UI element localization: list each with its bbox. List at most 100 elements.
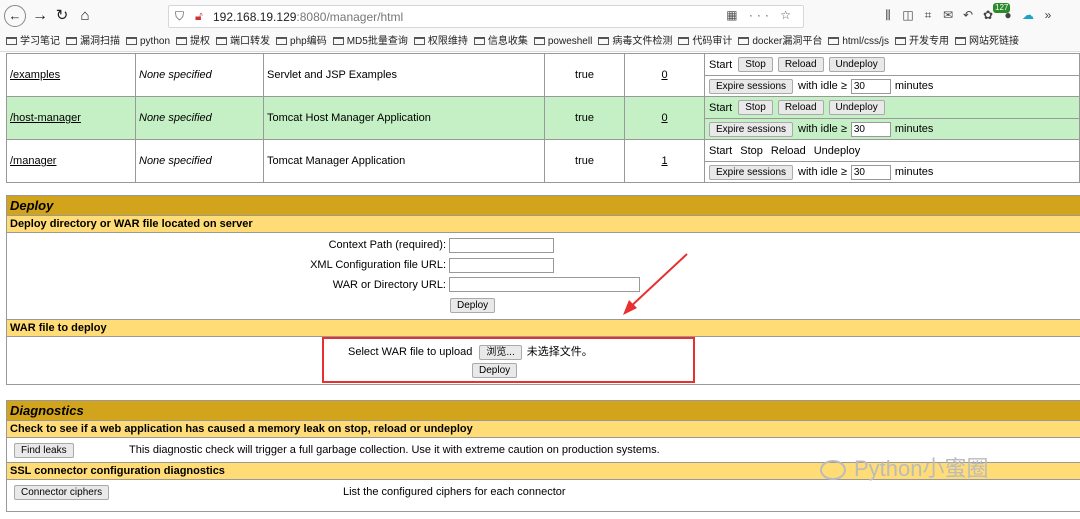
app-running: true	[544, 96, 625, 140]
find-leaks-button[interactable]: Find leaks	[14, 443, 74, 458]
app-display-name: Servlet and JSP Examples	[263, 53, 545, 97]
annotation-arrow	[623, 253, 688, 315]
minutes-label: minutes	[894, 166, 934, 178]
xml-config-input[interactable]	[449, 258, 554, 273]
xml-config-label: XML Configuration file URL:	[310, 259, 446, 271]
deploy-server-button[interactable]: Deploy	[450, 298, 496, 313]
folder-icon	[598, 37, 610, 45]
bookmark-item[interactable]: 学习笔记	[6, 32, 60, 51]
bookmark-label: 网站死链接	[969, 36, 1020, 47]
folder-icon	[473, 37, 485, 45]
bookmark-star-icon[interactable]: ☆	[780, 8, 795, 22]
bookmark-item[interactable]: 代码审计	[678, 32, 732, 51]
watermark: Python小蜜圈	[820, 451, 989, 483]
app-sessions-link[interactable]: 1	[661, 155, 667, 167]
app-control-line: Start Stop Reload Undeploy	[705, 54, 1079, 75]
bookmark-item[interactable]: 漏洞扫描	[66, 32, 120, 51]
overflow-chevron-icon[interactable]: »	[1038, 8, 1058, 22]
bookmark-item[interactable]: 提权	[176, 32, 210, 51]
browser-toolbar: ← → ↻ ⌂ ⛉ 🔓︎ 192.168.19.129:8080/manager…	[0, 0, 1080, 32]
deploy-server-form: Context Path (required): XML Configurati…	[7, 233, 1080, 320]
bookmark-item[interactable]: 端口转发	[216, 32, 270, 51]
app-sessions-link[interactable]: 0	[661, 69, 667, 81]
context-path-input[interactable]	[449, 238, 554, 253]
sidebar-icon[interactable]: ◫	[898, 8, 918, 22]
stop-button[interactable]: Stop	[738, 100, 773, 115]
bookmark-label: 信息收集	[487, 36, 528, 47]
bookmark-item[interactable]: python	[126, 32, 170, 51]
undeploy-text: Undeploy	[813, 144, 861, 157]
address-bar[interactable]: ⛉ 🔓︎ 192.168.19.129:8080/manager/html ▦ …	[168, 5, 804, 28]
undeploy-button[interactable]: Undeploy	[828, 100, 885, 115]
bookmark-label: php编码	[290, 36, 327, 47]
folder-icon	[533, 37, 545, 45]
app-sessions-link[interactable]: 0	[661, 112, 667, 124]
find-leaks-description: This diagnostic check will trigger a ful…	[129, 444, 660, 456]
back-arrow-icon[interactable]: ←	[4, 5, 26, 27]
undeploy-button[interactable]: Undeploy	[828, 57, 885, 72]
chat-icon[interactable]: ✉	[938, 8, 958, 22]
idle-minutes-input[interactable]: 30	[850, 164, 891, 180]
app-version: None specified	[135, 53, 264, 97]
insecure-lock-icon[interactable]: 🔓︎	[195, 9, 203, 24]
app-sessions-cell: 1	[624, 139, 705, 183]
app-path-link[interactable]: /manager	[10, 155, 56, 167]
reload-button[interactable]: Reload	[777, 100, 824, 115]
app-path-cell: /examples	[6, 53, 136, 97]
folder-icon	[6, 37, 17, 45]
extension-badge: 127	[993, 3, 1011, 13]
bookmark-item[interactable]: 权限维持	[413, 32, 468, 51]
bookmark-item[interactable]: MD5批量查询	[332, 32, 408, 51]
stop-button[interactable]: Stop	[738, 57, 773, 72]
manager-page: /examples None specified Servlet and JSP…	[0, 53, 1080, 519]
page-actions-icon[interactable]: ···	[749, 8, 773, 22]
connector-ciphers-button[interactable]: Connector ciphers	[14, 485, 110, 500]
folder-icon	[216, 37, 228, 45]
folder-icon	[413, 37, 425, 45]
with-idle-label: with idle ≥	[798, 123, 847, 135]
library-icon[interactable]: ⫼	[878, 8, 898, 23]
bookmark-item[interactable]: docker漏洞平台	[738, 32, 822, 51]
bookmark-item[interactable]: 信息收集	[473, 32, 528, 51]
reload-button[interactable]: Reload	[777, 57, 824, 72]
connector-ciphers-description: List the configured ciphers for each con…	[343, 486, 566, 498]
connector-ciphers-row: Connector ciphers List the configured ci…	[7, 480, 1080, 504]
bookmark-item[interactable]: php编码	[276, 32, 327, 51]
bookmark-item[interactable]: poweshell	[533, 32, 592, 51]
idle-minutes-input[interactable]: 30	[850, 121, 891, 137]
bookmark-item[interactable]: 开发专用	[895, 32, 949, 51]
reload-text: Reload	[770, 144, 806, 157]
bookmark-label: 端口转发	[230, 36, 271, 47]
cloud-icon[interactable]: ☁	[1018, 8, 1038, 22]
bookmark-label: 开发专用	[909, 36, 950, 47]
url-text[interactable]: 192.168.19.129:8080/manager/html	[213, 10, 403, 24]
folder-icon	[276, 37, 288, 45]
bookmark-label: 病毒文件检测	[612, 36, 673, 47]
expire-sessions-button[interactable]: Expire sessions	[709, 164, 794, 180]
app-path-cell: /manager	[6, 139, 136, 183]
bookmark-item[interactable]: 网站死链接	[955, 32, 1019, 51]
application-row: /examples None specified Servlet and JSP…	[6, 53, 1080, 97]
shield-icon[interactable]: ⛉	[175, 9, 184, 24]
reload-icon[interactable]: ↻	[51, 5, 73, 27]
app-path-link[interactable]: /host-manager	[10, 112, 81, 124]
expire-sessions-button[interactable]: Expire sessions	[709, 121, 794, 137]
start-text: Start	[709, 101, 733, 114]
screenshot-icon[interactable]: ⌗	[918, 8, 938, 23]
with-idle-label: with idle ≥	[798, 166, 847, 178]
app-running: true	[544, 53, 625, 97]
bookmark-label: 提权	[190, 36, 211, 47]
folder-icon	[955, 37, 967, 45]
home-icon[interactable]: ⌂	[74, 5, 96, 27]
expire-sessions-button[interactable]: Expire sessions	[709, 78, 794, 94]
idle-minutes-input[interactable]: 30	[850, 78, 891, 94]
bookmark-label: html/css/js	[842, 36, 890, 47]
undo-icon[interactable]: ↶	[958, 8, 978, 22]
app-display-name: Tomcat Host Manager Application	[263, 96, 545, 140]
qr-icon[interactable]: ▦	[726, 8, 741, 22]
app-version: None specified	[135, 96, 264, 140]
bookmark-item[interactable]: 病毒文件检测	[598, 32, 672, 51]
forward-arrow-icon[interactable]: →	[29, 5, 51, 27]
bookmark-item[interactable]: html/css/js	[828, 32, 889, 51]
app-path-link[interactable]: /examples	[10, 69, 60, 81]
